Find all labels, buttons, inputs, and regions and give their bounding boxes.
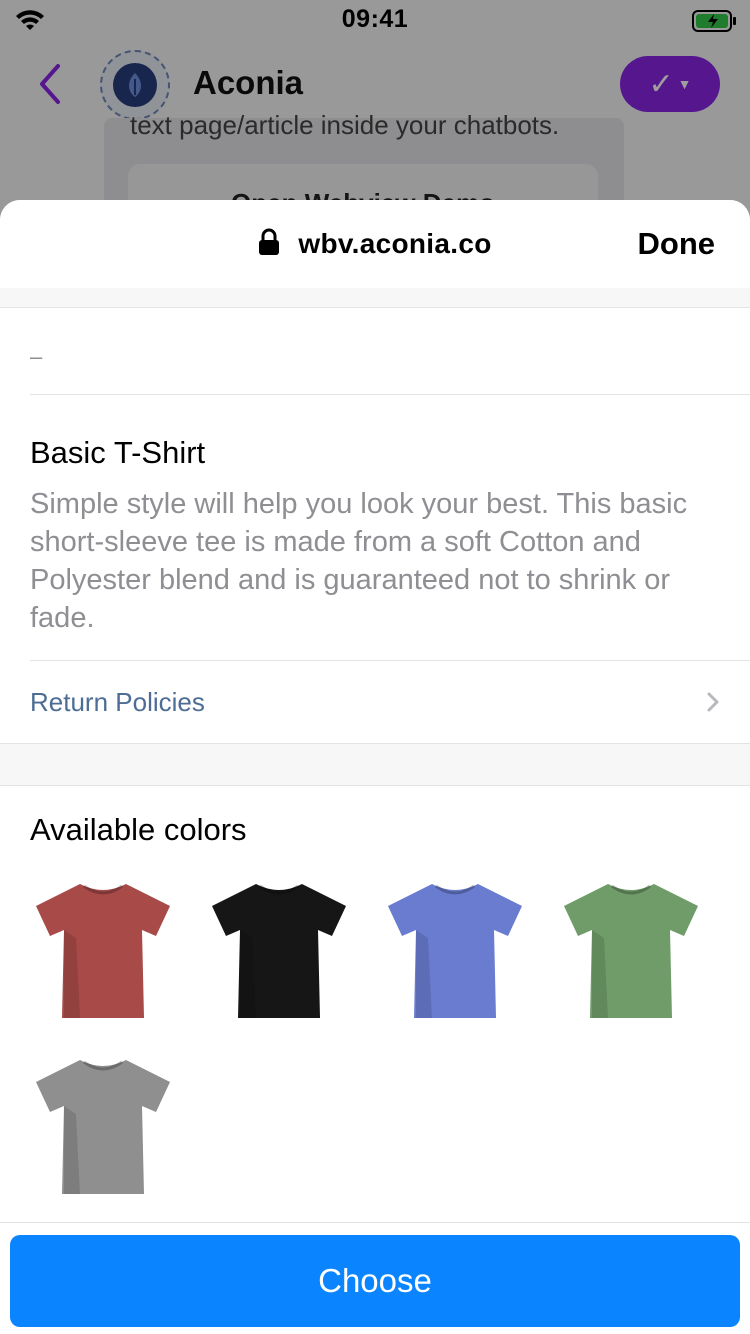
webview-sheet: wbv.aconia.co Done – Basic T-Shirt Simpl… <box>0 200 750 1334</box>
product-description: Simple style will help you look your bes… <box>30 488 688 634</box>
return-policies-label: Return Policies <box>30 687 205 717</box>
t-shirt-icon <box>388 884 522 1018</box>
webview-toolbar: wbv.aconia.co Done <box>0 200 750 288</box>
url-text: wbv.aconia.co <box>298 228 492 259</box>
price-row: – <box>30 308 750 395</box>
t-shirt-icon <box>212 884 346 1018</box>
t-shirt-icon <box>564 884 698 1018</box>
done-button[interactable]: Done <box>638 226 716 262</box>
price-value: – <box>30 344 43 369</box>
color-swatch-green[interactable] <box>558 878 704 1024</box>
bottom-action-bar: Choose <box>0 1222 750 1334</box>
color-swatch-red[interactable] <box>30 878 176 1024</box>
section-gap <box>0 744 750 786</box>
color-swatch-blue[interactable] <box>382 878 528 1024</box>
chevron-right-icon <box>706 691 720 718</box>
product-title: Basic T-Shirt <box>30 435 206 470</box>
color-swatch-gray[interactable] <box>30 1054 176 1200</box>
color-swatch-grid <box>30 878 720 1200</box>
product-description-section: Basic T-Shirt Simple style will help you… <box>0 395 750 661</box>
t-shirt-icon <box>36 884 170 1018</box>
color-swatch-black[interactable] <box>206 878 352 1024</box>
return-policies-row[interactable]: Return Policies <box>0 661 750 744</box>
available-colors-title: Available colors <box>30 812 247 847</box>
section-gap <box>0 288 750 308</box>
choose-button[interactable]: Choose <box>10 1235 740 1327</box>
t-shirt-icon <box>36 1060 170 1194</box>
lock-icon <box>258 228 280 261</box>
available-colors-section: Available colors <box>0 786 750 1200</box>
